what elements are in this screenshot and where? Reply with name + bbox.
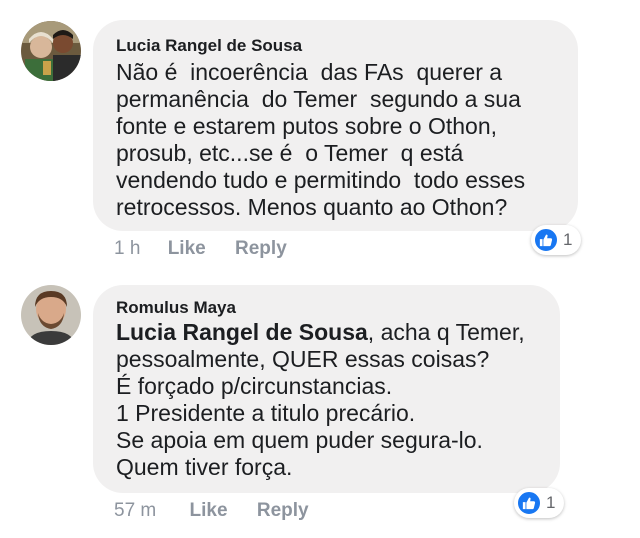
comment-text-fragment: , acha q Temer, [367, 319, 525, 345]
comment-text-line: Quem tiver força. [116, 454, 293, 480]
mention-link[interactable]: Lucia Rangel de Sousa [116, 319, 368, 345]
comment-text: Lucia Rangel de Sousa, acha q Temer, pes… [116, 319, 525, 481]
comment-timestamp[interactable]: 57 m [114, 500, 156, 521]
comment-text-line: Lucia Rangel de Sousa, acha q Temer, [116, 319, 525, 346]
comment-2: Romulus Maya Lucia Rangel de Sousa, acha… [0, 0, 640, 538]
comment-author[interactable]: Romulus Maya [116, 298, 236, 318]
thumbs-up-icon [516, 490, 542, 516]
reaction-count: 1 [546, 493, 556, 512]
reply-button[interactable]: Reply [257, 500, 309, 521]
comment-meta: 57 m Like Reply [114, 500, 309, 522]
reaction-summary[interactable]: 1 [514, 488, 564, 518]
like-button[interactable]: Like [190, 500, 228, 521]
comment-text-line: 1 Presidente a titulo precário. [116, 400, 416, 426]
avatar[interactable] [21, 285, 81, 345]
comment-text-line: Se apoia em quem puder segura-lo. [116, 427, 483, 453]
comment-text-line: É forçado p/circunstancias. [116, 373, 393, 399]
comment-text-line: pessoalmente, QUER essas coisas? [116, 346, 490, 372]
avatar-photo-icon [21, 285, 81, 345]
